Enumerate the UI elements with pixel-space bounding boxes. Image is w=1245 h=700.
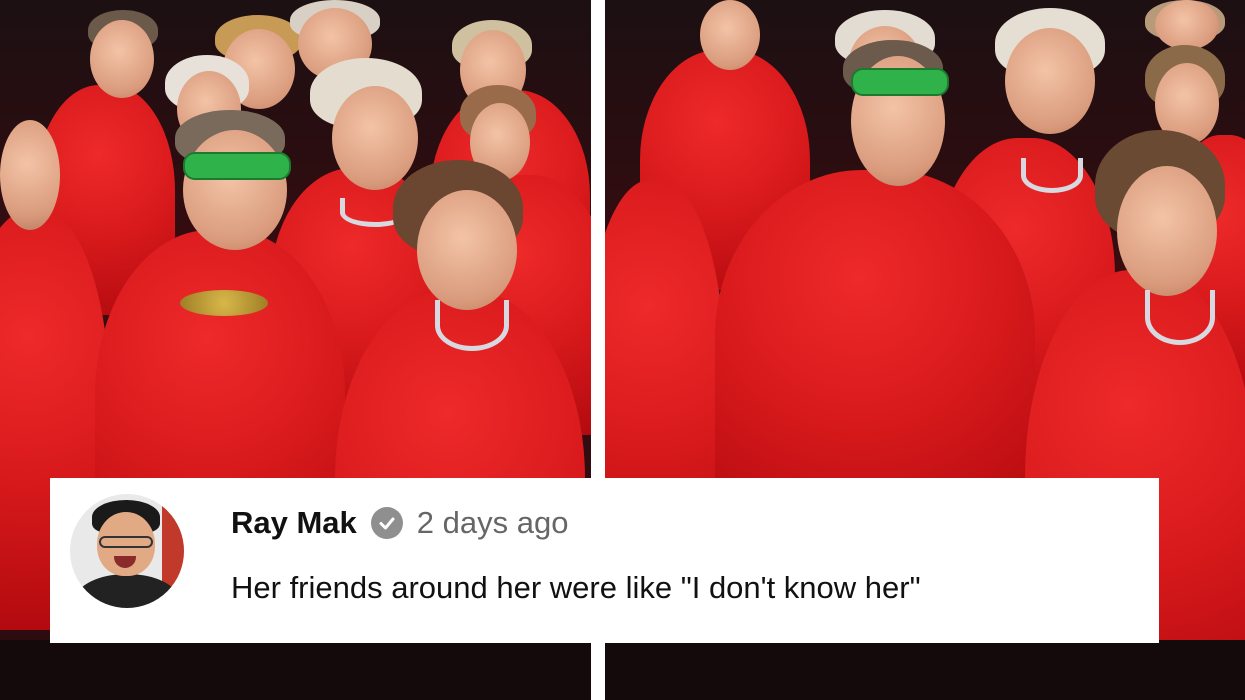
comment-text: Her friends around her were like "I don'… bbox=[231, 570, 921, 605]
verified-check-icon bbox=[370, 507, 403, 539]
comment-card: Ray Mak 2 days ago Her friends around he… bbox=[50, 478, 1159, 643]
comment-header: Ray Mak 2 days ago bbox=[231, 500, 568, 546]
comment-timestamp[interactable]: 2 days ago bbox=[417, 505, 569, 541]
user-avatar-icon[interactable] bbox=[70, 494, 184, 608]
comment-author[interactable]: Ray Mak bbox=[231, 505, 357, 541]
